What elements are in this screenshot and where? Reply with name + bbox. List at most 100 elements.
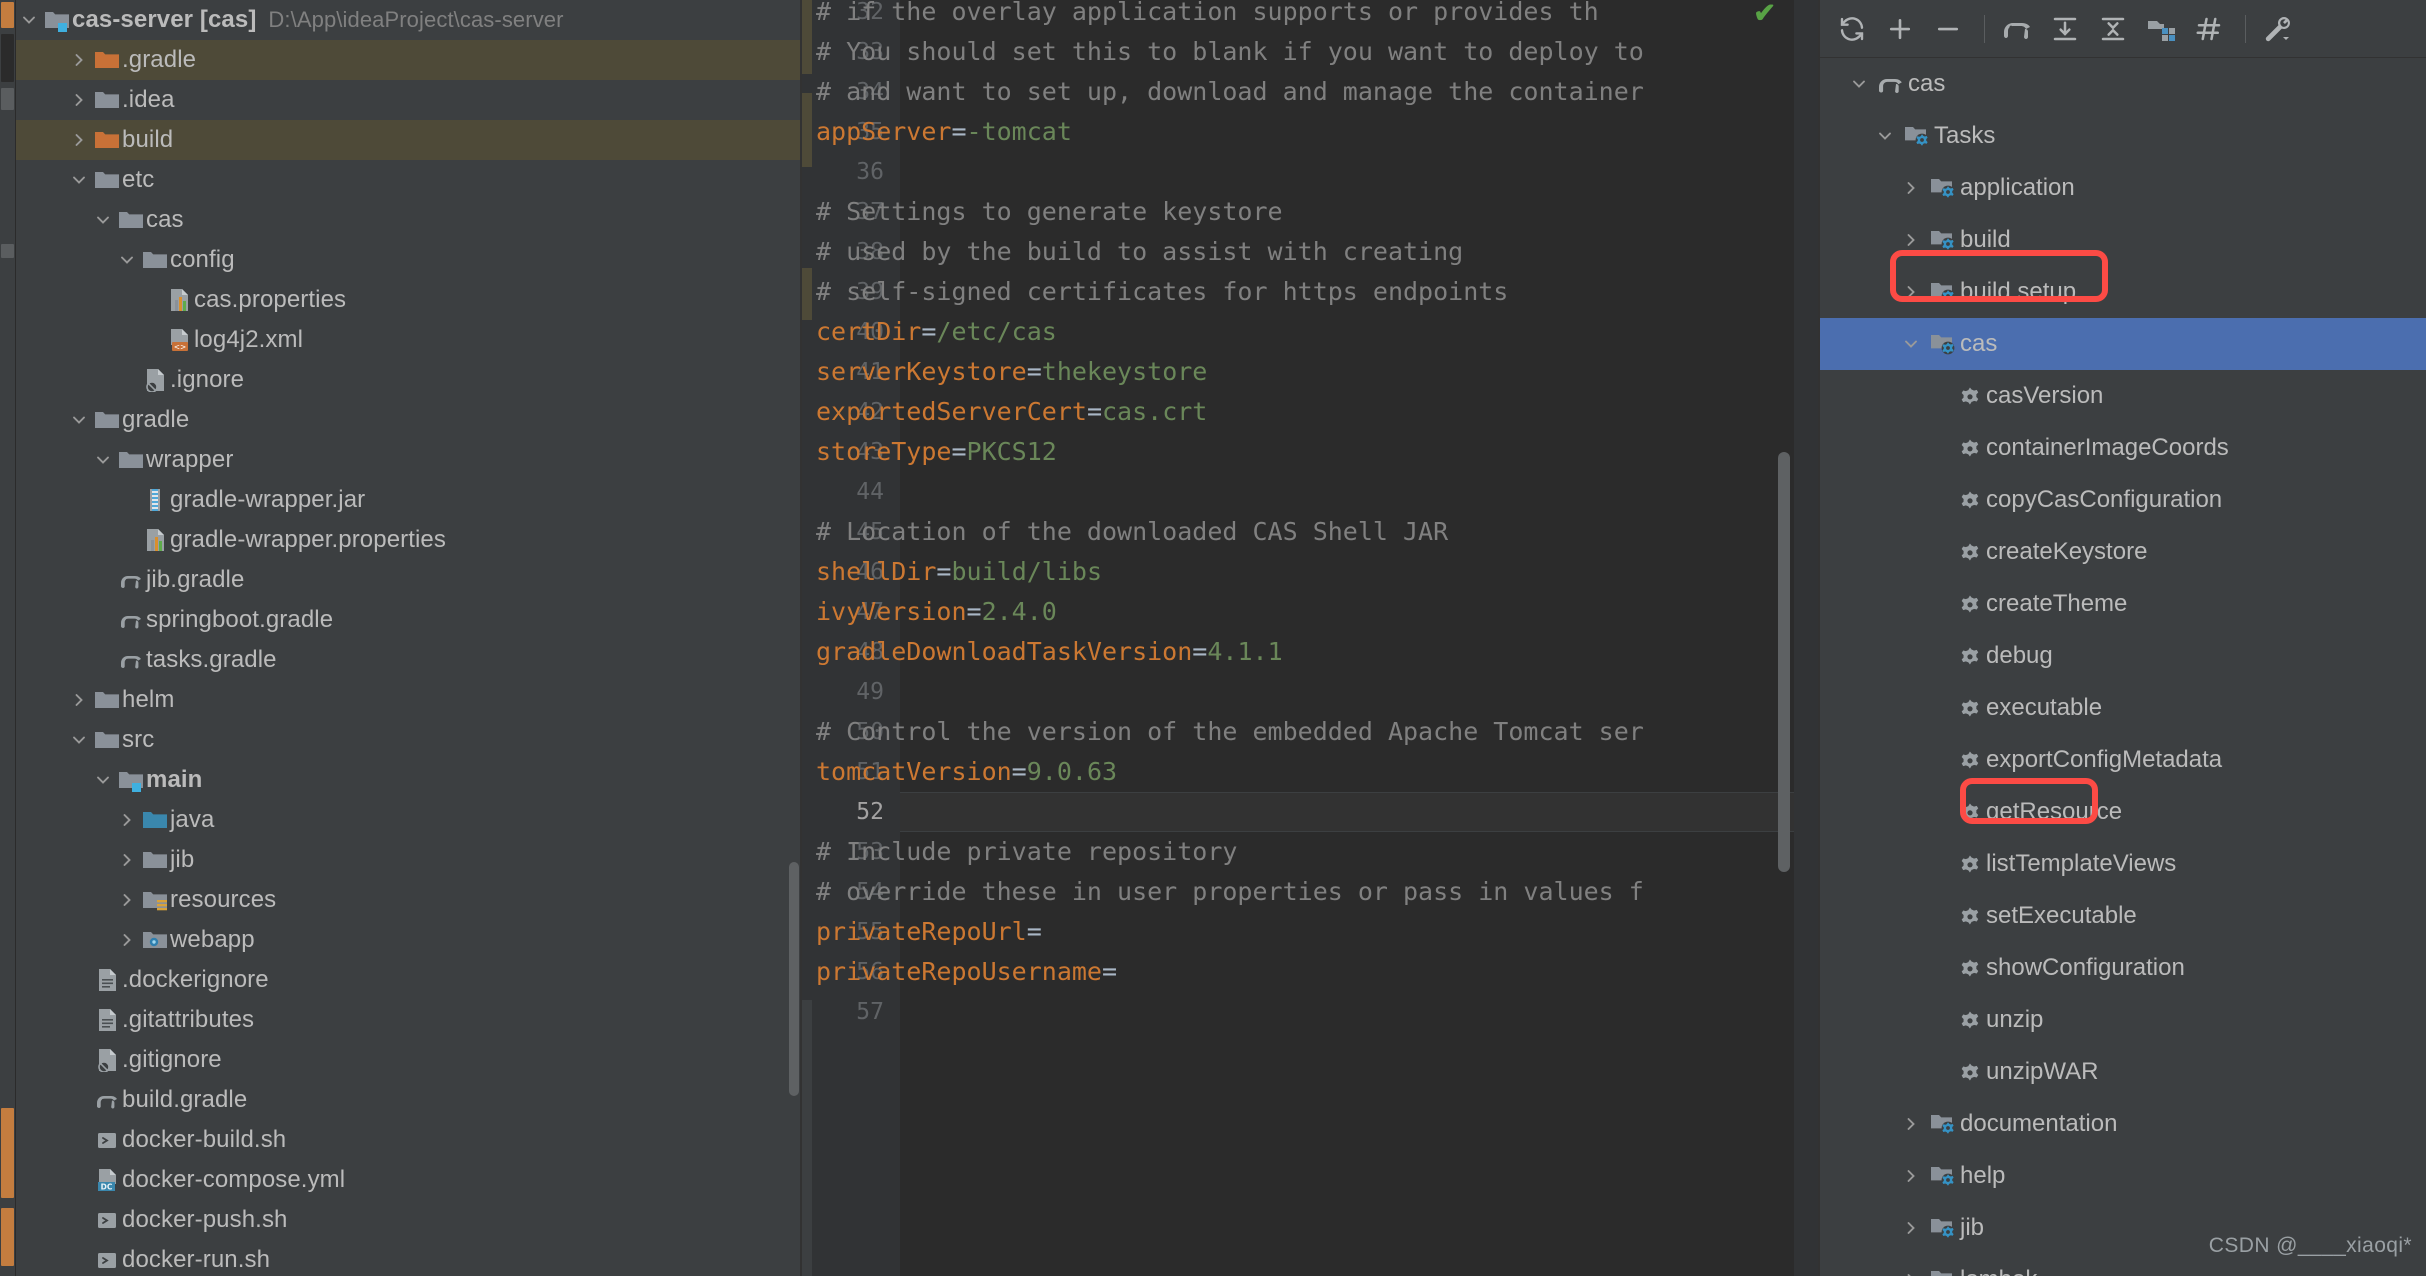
execute-gradle-task-icon[interactable]	[1995, 7, 2039, 51]
project-tree-row[interactable]: .gitattributes	[16, 1000, 802, 1040]
chevron-right-icon[interactable]	[1896, 283, 1926, 301]
project-tree-row[interactable]: build.gradle	[16, 1080, 802, 1120]
project-panel-scrollbar[interactable]	[789, 862, 799, 1096]
project-tree-row[interactable]: docker-run.sh	[16, 1240, 802, 1276]
editor-error-stripe[interactable]	[1794, 0, 1820, 1276]
gradle-tree-row[interactable]: listTemplateViews	[1820, 838, 2426, 890]
reload-all-gradle-projects-icon[interactable]	[1830, 7, 1874, 51]
gradle-settings-icon[interactable]	[2256, 7, 2300, 51]
project-tree-row[interactable]: tasks.gradle	[16, 640, 802, 680]
project-tree-row[interactable]: .gitignore	[16, 1040, 802, 1080]
gradle-tree-row[interactable]: createTheme	[1820, 578, 2426, 630]
project-tree-row[interactable]: build	[16, 120, 802, 160]
chevron-right-icon[interactable]	[66, 51, 92, 69]
project-tree-row[interactable]: gradle	[16, 400, 802, 440]
gradle-tree-row[interactable]: getResource	[1820, 786, 2426, 838]
gradle-toolbar[interactable]	[1820, 0, 2426, 58]
code-line[interactable]: # You should set this to blank if you wa…	[816, 32, 1644, 72]
detach-gradle-project-icon[interactable]	[1926, 7, 1970, 51]
code-line[interactable]: # override these in user properties or p…	[816, 872, 1644, 912]
gradle-tree-row[interactable]: cas	[1820, 318, 2426, 370]
chevron-down-icon[interactable]	[114, 251, 140, 269]
chevron-right-icon[interactable]	[66, 691, 92, 709]
gradle-tree-row[interactable]: unzipWAR	[1820, 1046, 2426, 1098]
code-line[interactable]: shellDir=build/libs	[816, 552, 1102, 592]
gradle-tree-row[interactable]: cas	[1820, 58, 2426, 110]
project-tree-row[interactable]: .gradle	[16, 40, 802, 80]
code-editor[interactable]: 32 33 34 35 36 37 38 39 40 41 42 43 44 45 46 47 48 49 50 51…	[802, 0, 1820, 1276]
gradle-tree-row[interactable]: showConfiguration	[1820, 942, 2426, 994]
gradle-tree-row[interactable]: Tasks	[1820, 110, 2426, 162]
project-tree[interactable]: cas-server [cas] D:\App\ideaProject\cas-s…	[16, 0, 802, 1276]
chevron-right-icon[interactable]	[66, 91, 92, 109]
code-line[interactable]: # Settings to generate keystore	[816, 192, 1283, 232]
add-gradle-project-icon[interactable]	[1878, 7, 1922, 51]
gradle-tree-row[interactable]: build setup	[1820, 266, 2426, 318]
chevron-down-icon[interactable]	[1844, 75, 1874, 93]
chevron-down-icon[interactable]	[66, 171, 92, 189]
code-line[interactable]: privateRepoUsername=	[816, 952, 1117, 992]
chevron-down-icon[interactable]	[90, 211, 116, 229]
gradle-tree-row[interactable]: exportConfigMetadata	[1820, 734, 2426, 786]
chevron-down-icon[interactable]	[16, 11, 42, 29]
tool-tab-marker-mid[interactable]	[1, 244, 14, 258]
project-tree-row[interactable]: src	[16, 720, 802, 760]
tool-tab-marker-third[interactable]	[1, 88, 14, 110]
project-tree-row[interactable]: config	[16, 240, 802, 280]
code-line[interactable]: privateRepoUrl=	[816, 912, 1042, 952]
gradle-tree-row[interactable]: help	[1820, 1150, 2426, 1202]
project-tree-row[interactable]: cas	[16, 200, 802, 240]
chevron-down-icon[interactable]	[90, 771, 116, 789]
code-line[interactable]: # if the overlay application supports or…	[816, 0, 1599, 32]
tool-tab-marker-second[interactable]	[1, 34, 14, 82]
gradle-tool-window[interactable]: cas Tasks application build build setup cas ca…	[1820, 0, 2426, 1276]
code-line[interactable]: certDir=/etc/cas	[816, 312, 1057, 352]
collapse-all-icon[interactable]	[2091, 7, 2135, 51]
project-tree-row[interactable]: jib.gradle	[16, 560, 802, 600]
project-tree-row[interactable]: docker-push.sh	[16, 1200, 802, 1240]
toggle-offline-mode-icon[interactable]	[2187, 7, 2231, 51]
project-tree-row[interactable]: DC docker-compose.yml	[16, 1160, 802, 1200]
tool-tab-marker-last[interactable]	[1, 1208, 14, 1266]
chevron-right-icon[interactable]	[66, 131, 92, 149]
chevron-right-icon[interactable]	[1896, 231, 1926, 249]
chevron-down-icon[interactable]	[90, 451, 116, 469]
show-modules-icon[interactable]	[2139, 7, 2183, 51]
gradle-tree-row[interactable]: containerImageCoords	[1820, 422, 2426, 474]
gradle-tree-row[interactable]: unzip	[1820, 994, 2426, 1046]
code-line[interactable]: # Control the version of the embedded Ap…	[816, 712, 1644, 752]
chevron-right-icon[interactable]	[114, 931, 140, 949]
chevron-right-icon[interactable]	[1896, 1219, 1926, 1237]
code-line[interactable]: tomcatVersion=9.0.63	[816, 752, 1117, 792]
code-line[interactable]: # used by the build to assist with creat…	[816, 232, 1463, 272]
project-tree-row[interactable]: docker-build.sh	[16, 1120, 802, 1160]
project-tree-row[interactable]: resources	[16, 880, 802, 920]
project-tree-row[interactable]: helm	[16, 680, 802, 720]
code-line[interactable]: appServer=-tomcat	[816, 112, 1072, 152]
project-tree-row[interactable]: jib	[16, 840, 802, 880]
gradle-tree-row[interactable]: application	[1820, 162, 2426, 214]
tool-tab-marker-top[interactable]	[1, 2, 14, 28]
project-tree-row[interactable]: webapp	[16, 920, 802, 960]
inspection-ok-icon[interactable]: ✔	[1753, 0, 1776, 29]
project-tree-row[interactable]: wrapper	[16, 440, 802, 480]
expand-all-icon[interactable]	[2043, 7, 2087, 51]
project-tree-row[interactable]: .idea	[16, 80, 802, 120]
chevron-right-icon[interactable]	[114, 891, 140, 909]
gradle-tree-row[interactable]: documentation	[1820, 1098, 2426, 1150]
gradle-task-tree[interactable]: cas Tasks application build build setup cas ca…	[1820, 58, 2426, 1276]
project-tree-row[interactable]: gradle-wrapper.properties	[16, 520, 802, 560]
project-tree-row[interactable]: springboot.gradle	[16, 600, 802, 640]
project-tree-row[interactable]: main	[16, 760, 802, 800]
gradle-tree-row[interactable]: createKeystore	[1820, 526, 2426, 578]
code-line[interactable]: # Location of the downloaded CAS Shell J…	[816, 512, 1448, 552]
chevron-right-icon[interactable]	[1896, 179, 1926, 197]
chevron-right-icon[interactable]	[1896, 1167, 1926, 1185]
code-line[interactable]: gradleDownloadTaskVersion=4.1.1	[816, 632, 1283, 672]
gradle-tree-row[interactable]: casVersion	[1820, 370, 2426, 422]
project-tree-row[interactable]: .ignore	[16, 360, 802, 400]
project-tree-row[interactable]: java	[16, 800, 802, 840]
project-tree-row[interactable]: <> log4j2.xml	[16, 320, 802, 360]
gradle-tree-row[interactable]: executable	[1820, 682, 2426, 734]
project-tree-row[interactable]: gradle-wrapper.jar	[16, 480, 802, 520]
